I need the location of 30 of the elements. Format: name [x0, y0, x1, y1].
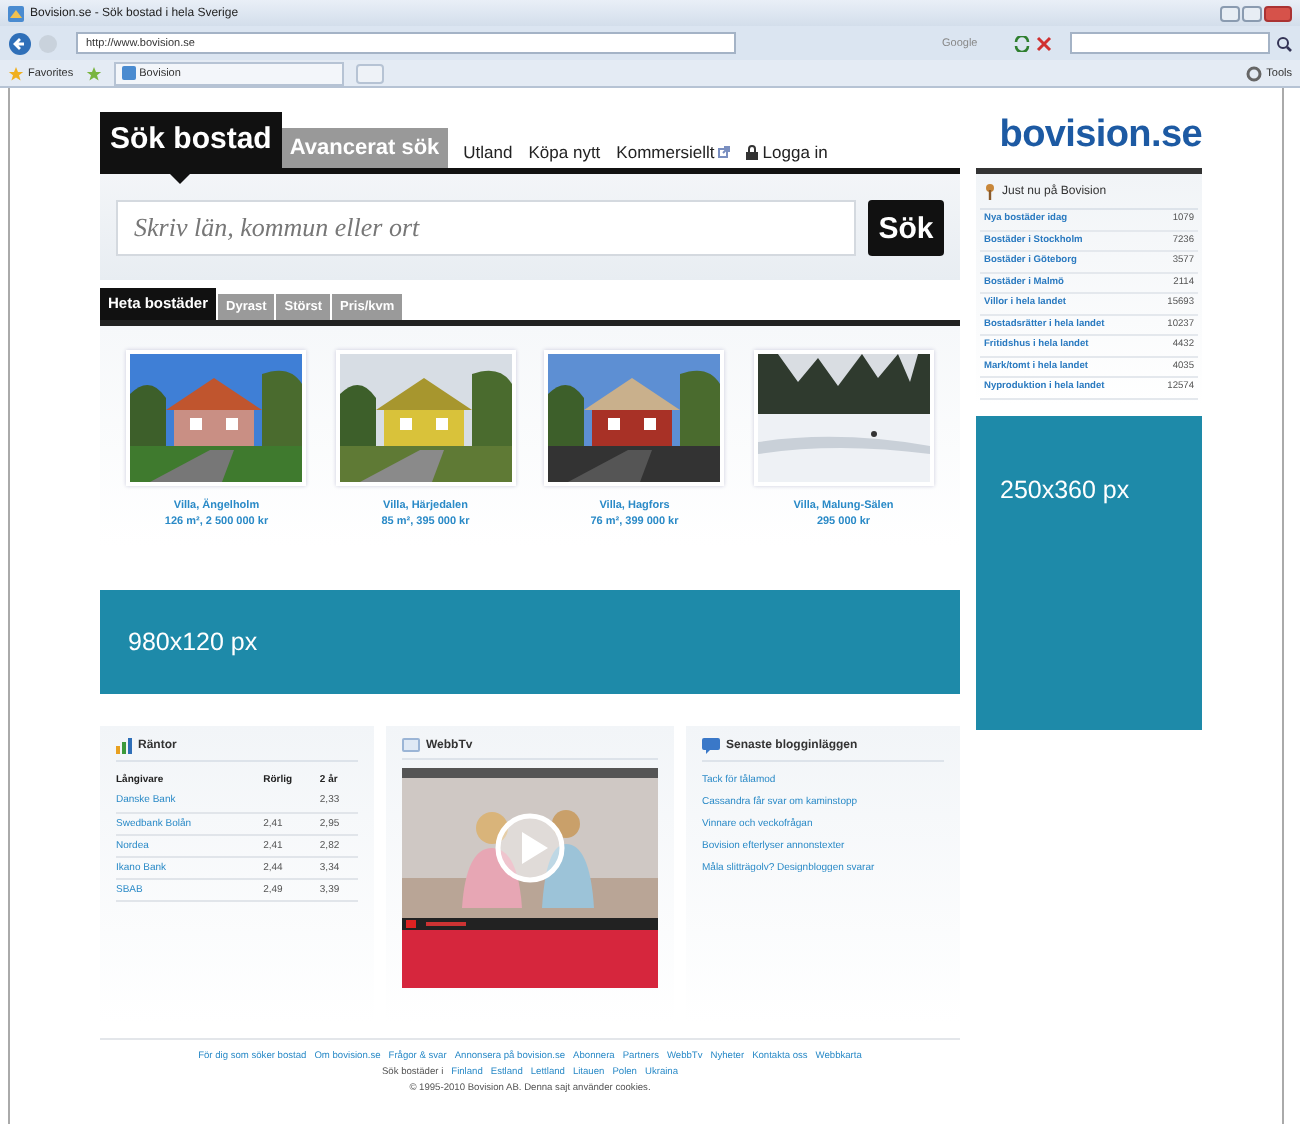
nav-link[interactable]: Logga in	[746, 142, 828, 168]
close-button[interactable]	[1264, 5, 1292, 21]
tv-icon	[402, 738, 420, 752]
back-icon	[8, 31, 32, 55]
external-link-icon	[718, 146, 731, 158]
search-tab[interactable]: Avancerat sök	[281, 128, 448, 168]
search-field[interactable]: Skriv län, kommun eller ort	[116, 200, 856, 256]
ad-label: 250x360 px	[1000, 475, 1130, 503]
play-icon	[494, 812, 566, 884]
minimize-button[interactable]	[1220, 5, 1240, 21]
nav-link[interactable]: Köpa nytt	[528, 142, 601, 168]
gear-icon	[1246, 65, 1263, 81]
star-icon	[8, 65, 24, 81]
page-icon	[121, 66, 136, 80]
nav-link[interactable]: Kommersiellt	[616, 142, 731, 168]
page-icon	[8, 5, 24, 21]
stop-icon	[1036, 35, 1053, 51]
ad-label: 980x120 px	[128, 628, 258, 656]
bar-chart-icon	[116, 738, 132, 754]
speech-bubble-icon	[702, 738, 720, 754]
maximize-button[interactable]	[1242, 5, 1262, 21]
search-field[interactable]	[1070, 32, 1270, 54]
nav-link[interactable]: Utland	[463, 142, 513, 168]
lock-icon	[746, 144, 759, 160]
new-tab-button[interactable]	[355, 63, 384, 83]
refresh-icon	[1014, 35, 1031, 51]
search-button[interactable]: Sök	[868, 200, 944, 256]
search-icon	[1276, 35, 1292, 51]
pin-icon	[984, 184, 996, 200]
add-favorite-icon	[85, 65, 102, 81]
